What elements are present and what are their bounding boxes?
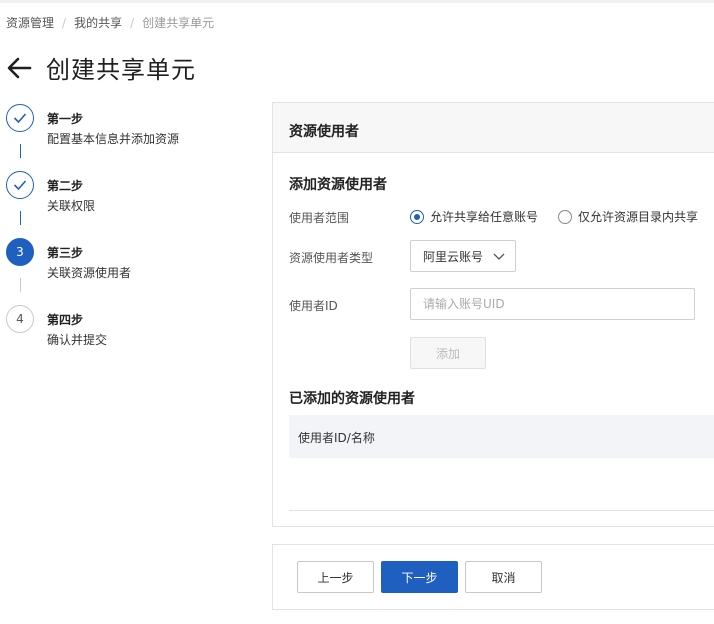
panel-header: 资源使用者 — [273, 103, 714, 153]
step-3: 3 第三步 关联资源使用者 — [6, 238, 256, 288]
step-3-title: 第三步 — [47, 246, 84, 260]
breadcrumb-item-current: 创建共享单元 — [142, 16, 215, 30]
table-header: 使用者ID/名称 — [289, 415, 714, 458]
step-connector — [20, 278, 21, 292]
added-users-table: 使用者ID/名称 — [289, 415, 714, 511]
scope-label: 使用者范围 — [289, 211, 350, 225]
step-1-check-icon — [6, 104, 34, 132]
scope-option-any-account[interactable]: 允许共享给任意账号 — [410, 208, 538, 225]
breadcrumb-separator: / — [62, 15, 67, 30]
added-users-section-title: 已添加的资源使用者 — [289, 391, 415, 407]
step-1-desc: 配置基本信息并添加资源 — [47, 132, 180, 146]
breadcrumb-item-resource-management[interactable]: 资源管理 — [6, 14, 54, 31]
cancel-button[interactable]: 取消 — [465, 561, 542, 593]
next-step-button[interactable]: 下一步 — [381, 561, 458, 593]
chevron-down-icon — [493, 253, 505, 260]
step-2: 第二步 关联权限 — [6, 171, 256, 221]
add-user-section-title: 添加资源使用者 — [289, 177, 387, 193]
step-1-title: 第一步 — [47, 112, 84, 126]
step-connector — [20, 211, 21, 225]
resource-user-panel: 资源使用者 添加资源使用者 使用者范围 允许共享给任意账号 仅允许资源目录内共享… — [272, 102, 714, 527]
user-id-input[interactable] — [410, 288, 695, 320]
step-2-desc: 关联权限 — [47, 199, 96, 213]
add-user-button[interactable]: 添加 — [410, 337, 486, 369]
user-type-select[interactable]: 阿里云账号 — [410, 240, 516, 272]
step-4-number: 4 — [6, 305, 34, 333]
breadcrumb: 资源管理 / 我的共享 / 创建共享单元 — [6, 14, 214, 31]
step-3-desc: 关联资源使用者 — [47, 266, 132, 280]
step-3-number: 3 — [6, 238, 34, 266]
breadcrumb-item-my-shares[interactable]: 我的共享 — [74, 14, 122, 31]
scope-option-directory-only[interactable]: 仅允许资源目录内共享 — [558, 208, 698, 225]
table-body-empty — [289, 458, 714, 511]
scope-option-any-account-label: 允许共享给任意账号 — [430, 210, 539, 224]
scope-option-directory-only-label: 仅允许资源目录内共享 — [578, 210, 699, 224]
scope-radio-group: 允许共享给任意账号 仅允许资源目录内共享 — [410, 208, 714, 225]
top-divider — [0, 0, 714, 3]
page-header: 创建共享单元 — [6, 50, 196, 85]
step-2-check-icon — [6, 171, 34, 199]
user-type-label: 资源使用者类型 — [289, 251, 374, 265]
step-4: 4 第四步 确认并提交 — [6, 305, 256, 355]
radio-unchecked-icon[interactable] — [558, 209, 573, 224]
prev-step-button[interactable]: 上一步 — [297, 561, 374, 593]
column-user-id-name: 使用者ID/名称 — [298, 431, 375, 445]
step-4-desc: 确认并提交 — [47, 333, 108, 347]
footer-actions: 上一步 下一步 取消 — [272, 544, 714, 610]
user-id-label: 使用者ID — [289, 299, 338, 313]
back-arrow-icon[interactable] — [6, 55, 32, 81]
step-2-title: 第二步 — [47, 179, 84, 193]
step-1: 第一步 配置基本信息并添加资源 — [6, 104, 256, 154]
step-4-title: 第四步 — [47, 313, 84, 327]
radio-checked-icon[interactable] — [410, 209, 424, 224]
step-connector — [20, 144, 21, 158]
breadcrumb-separator: / — [130, 15, 135, 30]
page-title: 创建共享单元 — [46, 56, 196, 84]
user-type-value: 阿里云账号 — [423, 249, 484, 264]
